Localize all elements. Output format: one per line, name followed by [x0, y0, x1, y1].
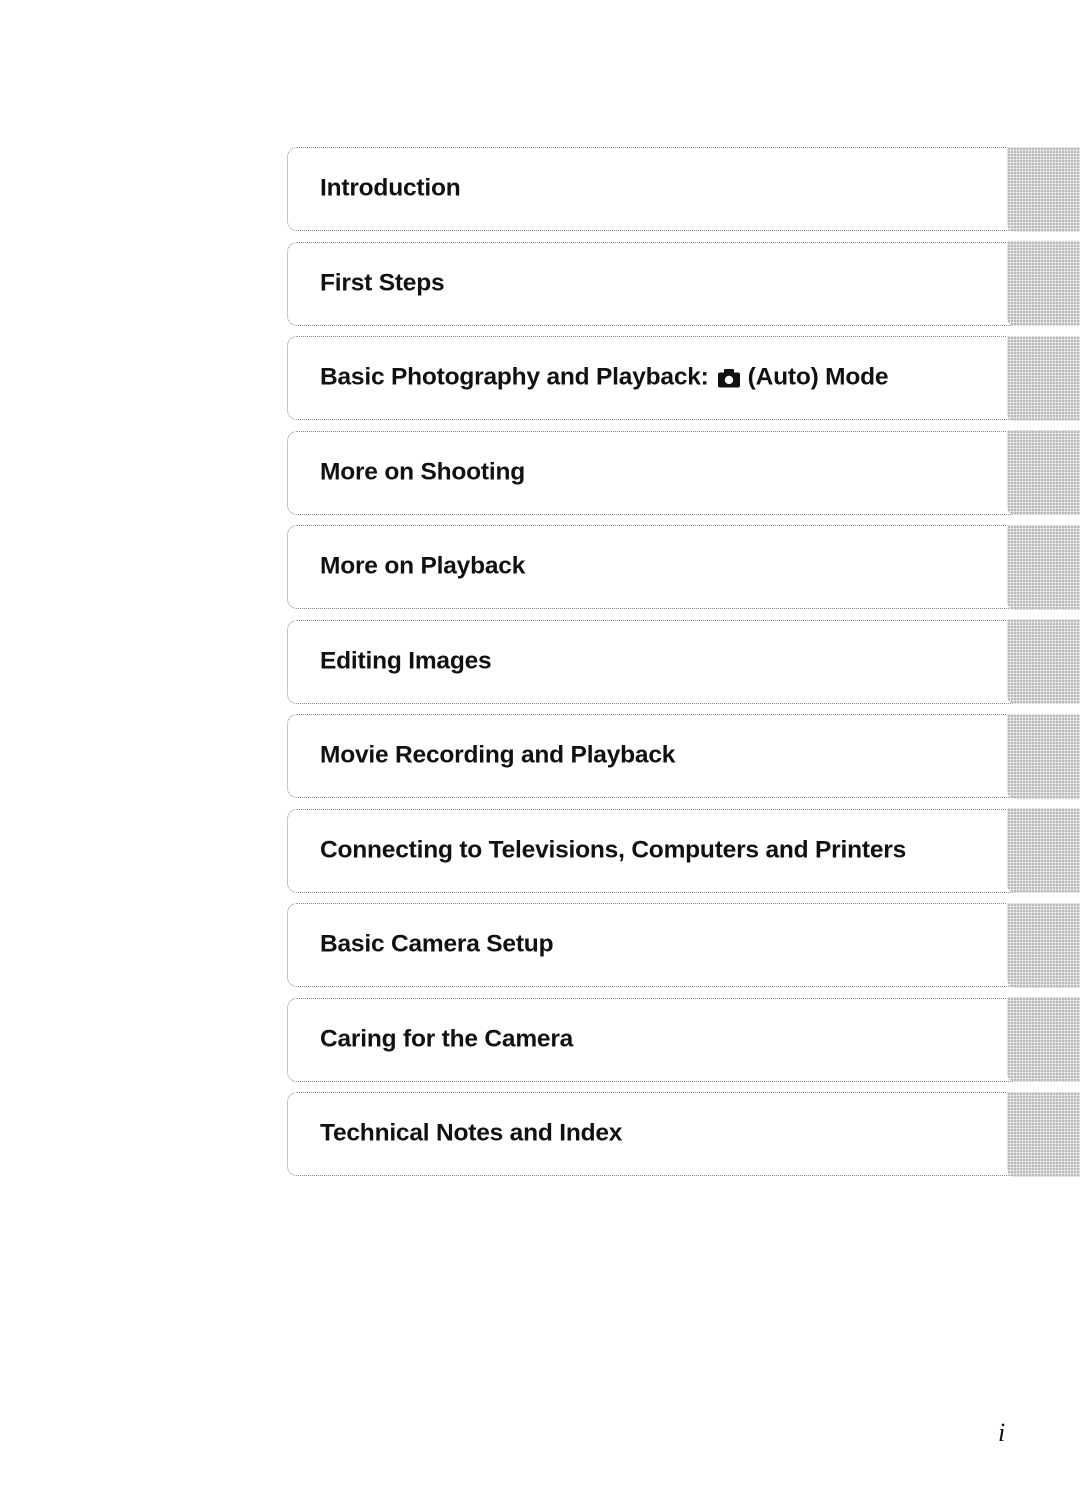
toc-item-movie-recording[interactable]: Movie Recording and Playback: [287, 713, 1080, 799]
toc-item-editing-images[interactable]: Editing Images: [287, 619, 1080, 704]
toc-item-connecting[interactable]: Connecting to Televisions, Computers and…: [287, 808, 1080, 893]
toc-item-more-on-shooting[interactable]: More on Shooting: [287, 430, 1080, 515]
section-tab: [1007, 808, 1080, 893]
toc-item-label: First Steps: [320, 268, 445, 296]
toc-item-label: Basic Photography and Playback: (Auto) M…: [320, 363, 889, 391]
camera-auto-mode-icon: [717, 368, 740, 387]
section-tab: [1007, 241, 1080, 326]
toc-item-basic-camera-setup[interactable]: Basic Camera Setup: [287, 902, 1080, 988]
section-tab: [1007, 146, 1080, 232]
section-tab: [1007, 902, 1080, 988]
toc-item-basic-photography[interactable]: Basic Photography and Playback: (Auto) M…: [287, 335, 1080, 421]
toc-item-label: Connecting to Televisions, Computers and…: [320, 835, 906, 863]
toc-item-introduction[interactable]: Introduction: [287, 146, 1080, 232]
section-tab: [1007, 335, 1080, 421]
toc-item-technical-notes[interactable]: Technical Notes and Index: [287, 1091, 1080, 1177]
toc-item-label-before: Basic Photography and Playback:: [320, 363, 709, 391]
toc-item-label-after: (Auto) Mode: [747, 363, 889, 391]
section-tab: [1007, 524, 1080, 610]
toc-item-label: Introduction: [320, 174, 461, 202]
toc-item-first-steps[interactable]: First Steps: [287, 241, 1080, 326]
toc-item-more-on-playback[interactable]: More on Playback: [287, 524, 1080, 610]
toc-item-label: Caring for the Camera: [320, 1024, 574, 1052]
section-tab: [1007, 997, 1080, 1082]
toc-item-label: Editing Images: [320, 646, 492, 674]
section-tab: [1007, 619, 1080, 704]
section-tab: [1007, 430, 1080, 515]
section-tab: [1007, 1091, 1080, 1177]
toc-item-label: Technical Notes and Index: [320, 1119, 623, 1147]
page-number: i: [998, 1418, 1006, 1447]
toc-item-caring-for-camera[interactable]: Caring for the Camera: [287, 997, 1080, 1082]
toc-item-label: Movie Recording and Playback: [320, 741, 676, 769]
toc-item-label: More on Playback: [320, 552, 526, 580]
table-of-contents: Introduction First Steps Basic Photograp…: [287, 146, 1080, 1187]
toc-item-label: Basic Camera Setup: [320, 930, 554, 958]
toc-item-label: More on Shooting: [320, 457, 526, 485]
section-tab: [1007, 713, 1080, 799]
